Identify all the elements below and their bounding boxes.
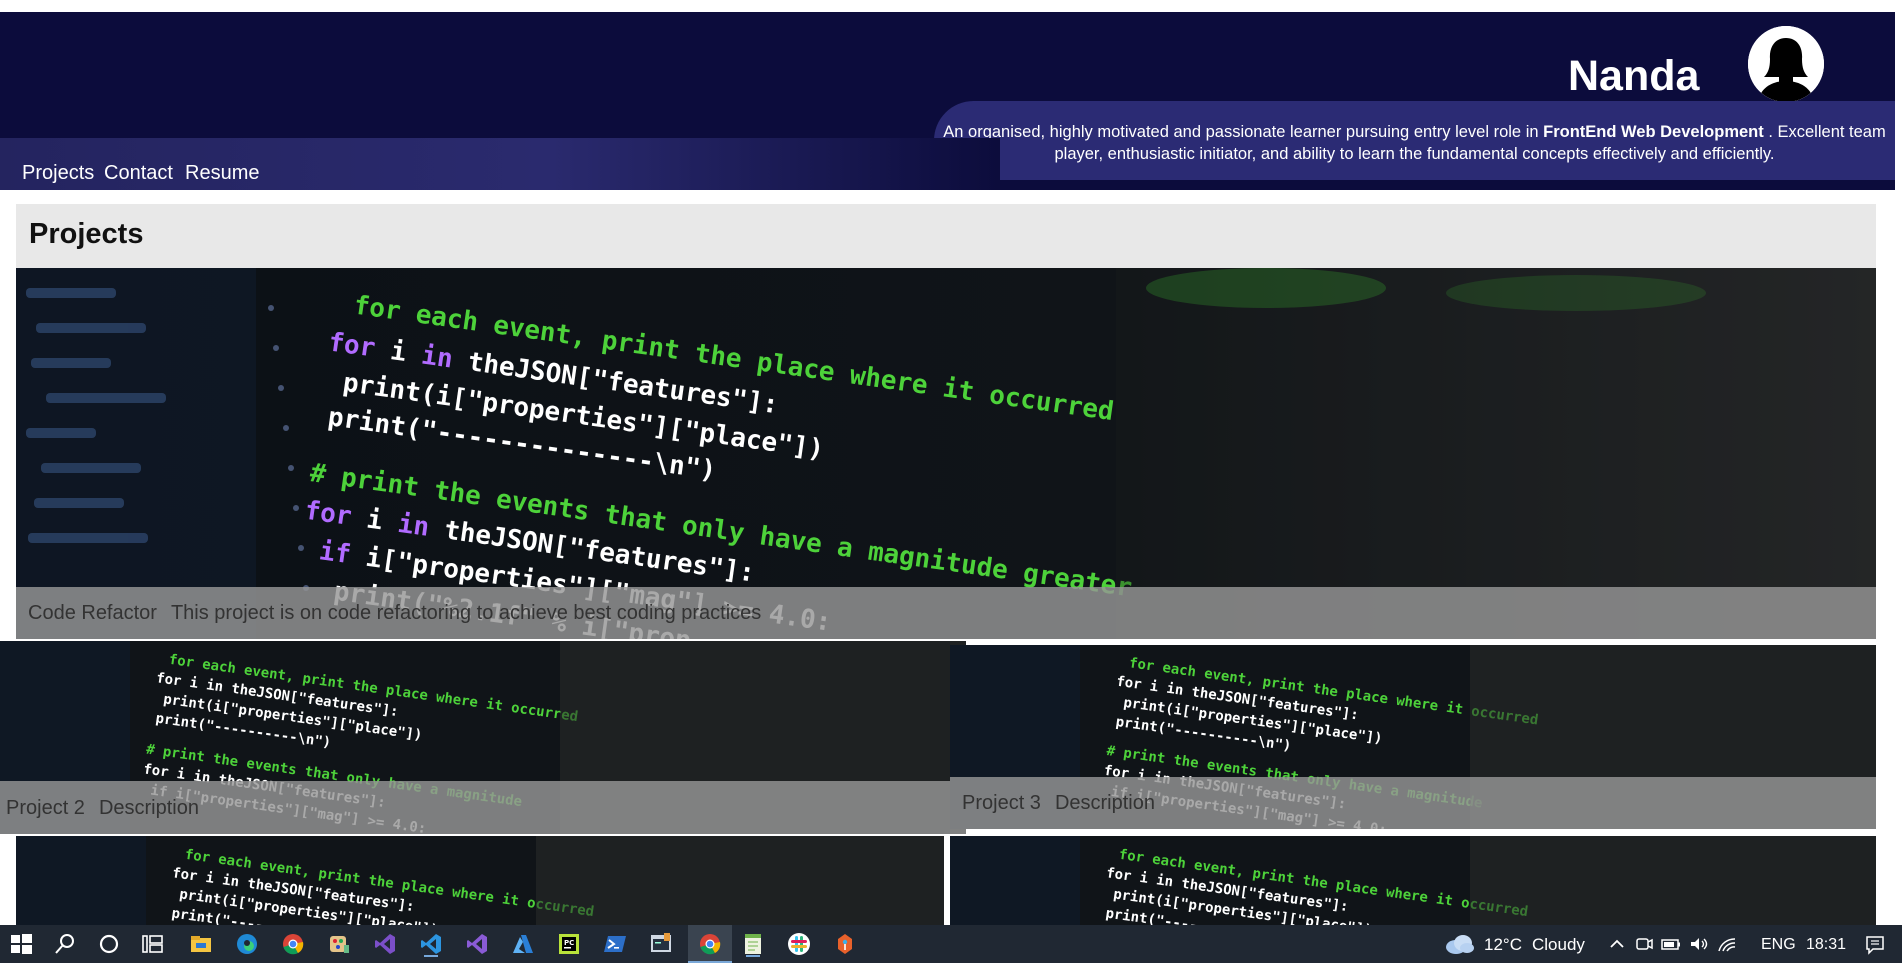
bio-highlight: FrontEnd Web Development: [1543, 123, 1764, 141]
navbar: Projects Contact Resume: [0, 138, 1000, 190]
visual-studio-2-icon[interactable]: [464, 931, 490, 957]
search-icon[interactable]: [52, 931, 78, 957]
project-card-2[interactable]: for each event, print the place where it…: [0, 641, 966, 834]
svg-text:PC: PC: [564, 939, 574, 947]
paint-icon[interactable]: [326, 931, 352, 957]
code-screenshot-image: for each event, print the place where it…: [950, 836, 1876, 925]
project-card-3-caption: Project 3 Description: [950, 777, 1876, 829]
code-screenshot-image: for each event, print the place where it…: [16, 836, 944, 925]
chrome-icon[interactable]: [280, 931, 306, 957]
windows-taskbar: PC 12°C Cloudy ENG 18:31: [0, 925, 1902, 963]
meet-now-icon[interactable]: [1634, 931, 1654, 957]
project-card-1-title: Code Refactor: [28, 602, 157, 624]
project-card-2-caption: Project 2 Description: [0, 781, 966, 834]
battery-icon[interactable]: [1660, 931, 1682, 957]
bio-intro: An organised, highly motivated and passi…: [943, 123, 1544, 141]
project-card-2-title: Project 2: [6, 797, 85, 819]
chevron-up-icon[interactable]: [1608, 931, 1626, 957]
terminal-icon[interactable]: [648, 931, 674, 957]
file-explorer-icon[interactable]: [188, 931, 214, 957]
project-card-1-description: This project is on code refactoring to a…: [170, 602, 762, 624]
wifi-icon[interactable]: [1716, 931, 1738, 957]
slack-icon[interactable]: [786, 931, 812, 957]
nav-resume[interactable]: Resume: [185, 162, 259, 185]
volume-icon[interactable]: [1688, 931, 1710, 957]
weather-temperature[interactable]: 12°C: [1484, 935, 1522, 955]
language-indicator[interactable]: ENG: [1761, 936, 1796, 954]
edge-icon[interactable]: [234, 931, 260, 957]
nav-contact[interactable]: Contact: [104, 162, 173, 185]
cortana-icon[interactable]: [96, 931, 122, 957]
vscode-icon[interactable]: [418, 931, 444, 957]
weather-description[interactable]: Cloudy: [1532, 935, 1585, 955]
project-card-4[interactable]: for each event, print the place where it…: [16, 836, 944, 925]
task-view-icon[interactable]: [140, 931, 166, 957]
project-card-2-description: Description: [98, 797, 199, 819]
visual-studio-icon[interactable]: [372, 931, 398, 957]
page-title: Projects: [29, 218, 144, 250]
project-card-1-caption: Code Refactor This project is on code ref…: [16, 587, 1876, 639]
code-screenshot-image: for each event, print the place where it…: [16, 268, 1876, 639]
notification-icon[interactable]: [1864, 931, 1886, 957]
notepad-icon[interactable]: [740, 931, 766, 957]
bio-banner: An organised, highly motivated and passi…: [934, 101, 1895, 180]
project-card-1[interactable]: for each event, print the place where it…: [16, 268, 1876, 639]
avatar: [1748, 26, 1824, 102]
brand-name: Nanda: [1568, 52, 1700, 100]
nav-projects[interactable]: Projects: [22, 162, 94, 185]
site-header: Nanda An organised, highly motivated and…: [0, 12, 1895, 190]
chrome-active-icon[interactable]: [688, 925, 732, 963]
project-card-3[interactable]: for each event, print the place where it…: [950, 645, 1876, 829]
clock-time[interactable]: 18:31: [1806, 936, 1846, 954]
start-icon[interactable]: [8, 931, 34, 957]
git-icon[interactable]: [832, 931, 858, 957]
weather-cloud-icon[interactable]: [1442, 931, 1476, 957]
azure-icon[interactable]: [510, 931, 536, 957]
user-silhouette-icon: [1748, 26, 1824, 102]
project-card-5[interactable]: for each event, print the place where it…: [950, 836, 1876, 925]
project-card-3-title: Project 3: [962, 792, 1041, 814]
project-card-3-description: Description: [1054, 792, 1155, 814]
powershell-icon[interactable]: [602, 931, 628, 957]
projects-section-header: Projects: [16, 204, 1876, 268]
pycharm-icon[interactable]: PC: [556, 931, 582, 957]
